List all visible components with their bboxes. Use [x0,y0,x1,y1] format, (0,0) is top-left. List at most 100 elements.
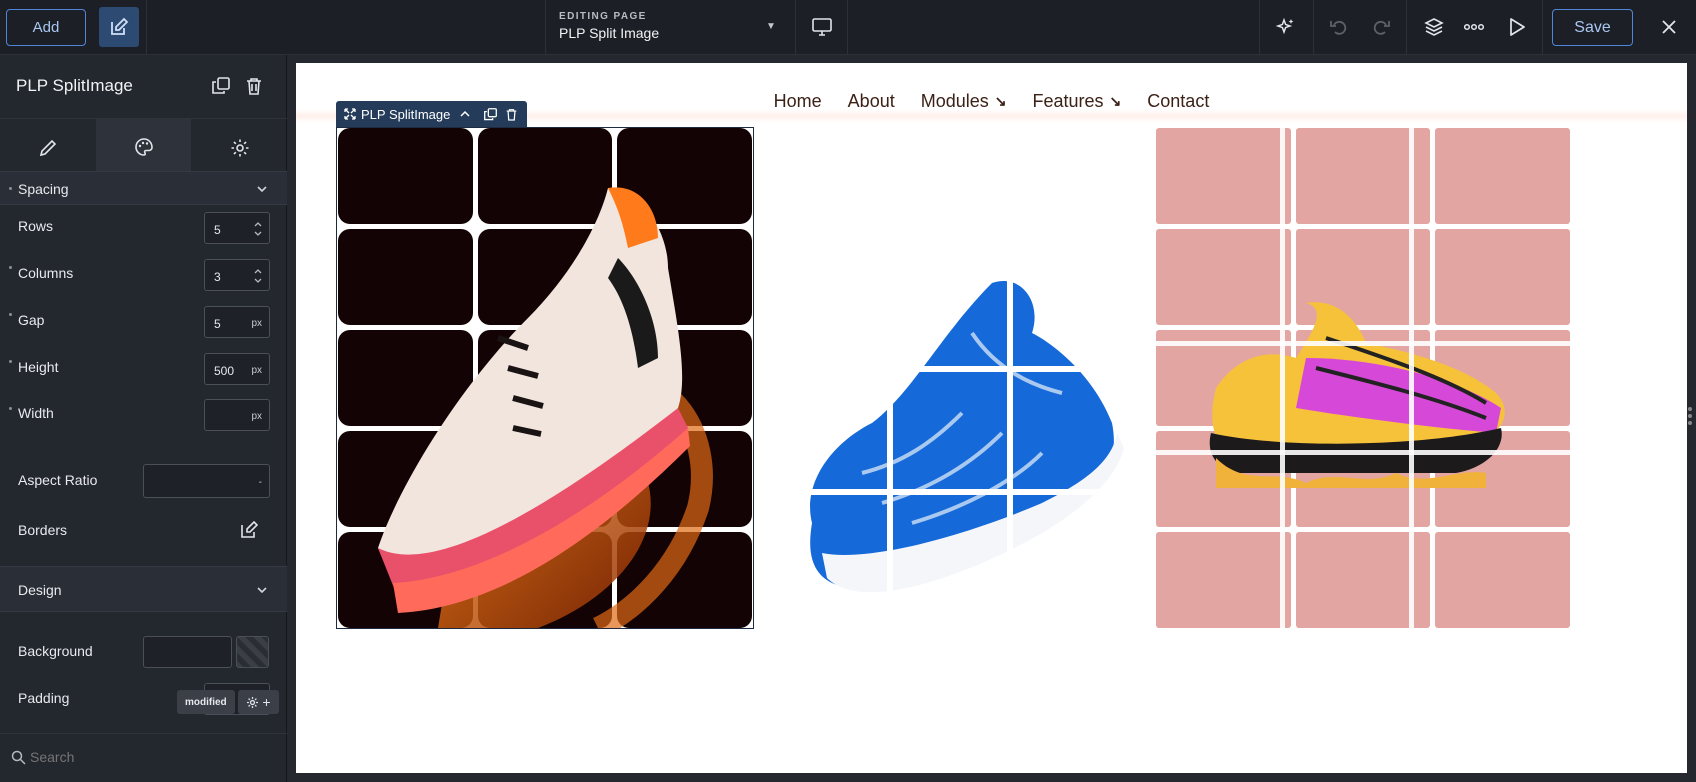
component-title: PLP SplitImage [16,76,133,95]
background-color-input[interactable] [143,636,232,668]
sneaker-pink-image [1156,128,1570,628]
gap-label: Gap [18,312,45,328]
nav-label: Home [773,90,822,111]
rows-input[interactable]: 5 [204,212,270,244]
page-dropdown-icon[interactable]: ▼ [766,21,776,32]
nav-label: Features [1032,90,1104,111]
chevron-up-icon[interactable] [460,109,470,119]
duplicate-button[interactable] [210,75,232,97]
background-label: Background [18,643,93,659]
nav-label: Contact [1147,90,1210,111]
move-icon[interactable] [344,108,356,120]
redo-icon [1373,20,1390,35]
edit-icon [111,17,129,35]
divider [1542,0,1543,55]
modified-dot [9,407,12,410]
add-button[interactable]: Add [6,9,86,46]
columns-input[interactable]: 3 [204,259,270,291]
tab-content[interactable] [0,119,95,177]
gear-icon [231,139,248,157]
close-button[interactable] [1656,14,1682,40]
more-horizontal-icon [1464,23,1484,31]
search-input[interactable] [30,746,170,768]
properties-sidebar: PLP SplitImage Spacing Rows 5 Columns 3 [0,55,287,782]
tab-style[interactable] [96,119,191,177]
undo-icon [1330,20,1347,35]
stepper-icon[interactable] [253,219,263,239]
borders-edit-button[interactable] [240,521,258,539]
preview-button[interactable] [1504,14,1530,40]
padding-label: Padding [18,690,70,706]
trash-icon[interactable] [506,108,517,121]
copy-icon[interactable] [484,107,498,121]
rows-label: Rows [18,218,54,234]
undo-button[interactable] [1326,14,1352,40]
page-selector[interactable]: EDITING PAGE PLP Split Image [559,11,659,41]
chevron-down-icon [257,186,267,193]
gear-icon [247,696,259,708]
nav-item-about[interactable]: About [848,91,895,112]
gap-value: 5 [214,317,221,331]
layers-button[interactable] [1421,14,1447,40]
divider [1313,0,1314,55]
edit-icon [241,521,258,538]
palette-icon [134,138,153,156]
tab-settings[interactable] [192,119,287,177]
desktop-view-button[interactable] [809,14,835,40]
width-unit[interactable]: px [251,411,262,422]
modified-dot [9,313,12,316]
modified-dot [9,266,12,269]
divider [545,0,546,55]
editing-page-value: PLP Split Image [559,25,660,41]
rows-value: 5 [214,223,221,237]
aspect-ratio-input[interactable]: - [143,464,270,498]
nav-item-home[interactable]: Home [774,91,822,112]
delete-button[interactable] [243,75,265,97]
divider [1406,0,1407,55]
nav-item-contact[interactable]: Contact [1147,91,1209,112]
background-swatch[interactable] [236,636,269,668]
sidebar-tabs [0,119,287,177]
section-spacing-header[interactable]: Spacing [0,171,287,205]
section-design-header[interactable]: Design [0,566,287,612]
height-unit[interactable]: px [251,365,262,376]
nav-item-features[interactable]: Features ↘ [1033,91,1122,112]
sidebar-header: PLP SplitImage [0,55,287,119]
width-input[interactable]: px [204,399,270,431]
edit-mode-button[interactable] [99,7,139,47]
monitor-icon [812,18,832,36]
borders-label: Borders [18,522,68,538]
section-spacing-label: Spacing [18,181,69,197]
copy-icon [212,77,230,94]
close-icon [1662,20,1676,34]
editor-canvas: Home About Modules ↘ Features ↘ Contact PL… [287,55,1696,782]
sneaker-orange-image [378,187,713,628]
search-icon [11,750,26,765]
modified-filter-badge[interactable]: modified [177,690,235,714]
stepper-icon[interactable] [253,266,263,286]
sparkle-icon [1276,17,1294,35]
nav-label: About [847,90,895,111]
nav-item-modules[interactable]: Modules ↘ [921,91,1007,112]
component-toolbar: PLP SplitImage [336,101,527,127]
resize-handle-icon[interactable] [1686,405,1694,427]
more-options-button[interactable] [1461,14,1487,40]
width-label: Width [18,405,54,421]
plus-icon: + [262,694,271,710]
redo-button[interactable] [1368,14,1394,40]
top-toolbar: Add EDITING PAGE PLP Split Image ▼ Save [0,0,1696,55]
height-input[interactable]: 500 px [204,353,270,385]
page-preview: Home About Modules ↘ Features ↘ Contact PL… [296,63,1687,773]
gap-input[interactable]: 5 px [204,306,270,338]
ai-sparkle-button[interactable] [1273,14,1299,40]
modified-dot [9,187,12,190]
save-button[interactable]: Save [1552,9,1633,46]
aspect-ratio-label: Aspect Ratio [18,472,98,488]
add-setting-button[interactable]: + [238,690,279,714]
component-toolbar-label[interactable]: PLP SplitImage [361,107,450,122]
divider [795,0,796,55]
section-design-label: Design [18,582,62,598]
gap-unit[interactable]: px [251,318,262,329]
chevron-down-icon [257,587,267,594]
columns-label: Columns [18,265,74,281]
